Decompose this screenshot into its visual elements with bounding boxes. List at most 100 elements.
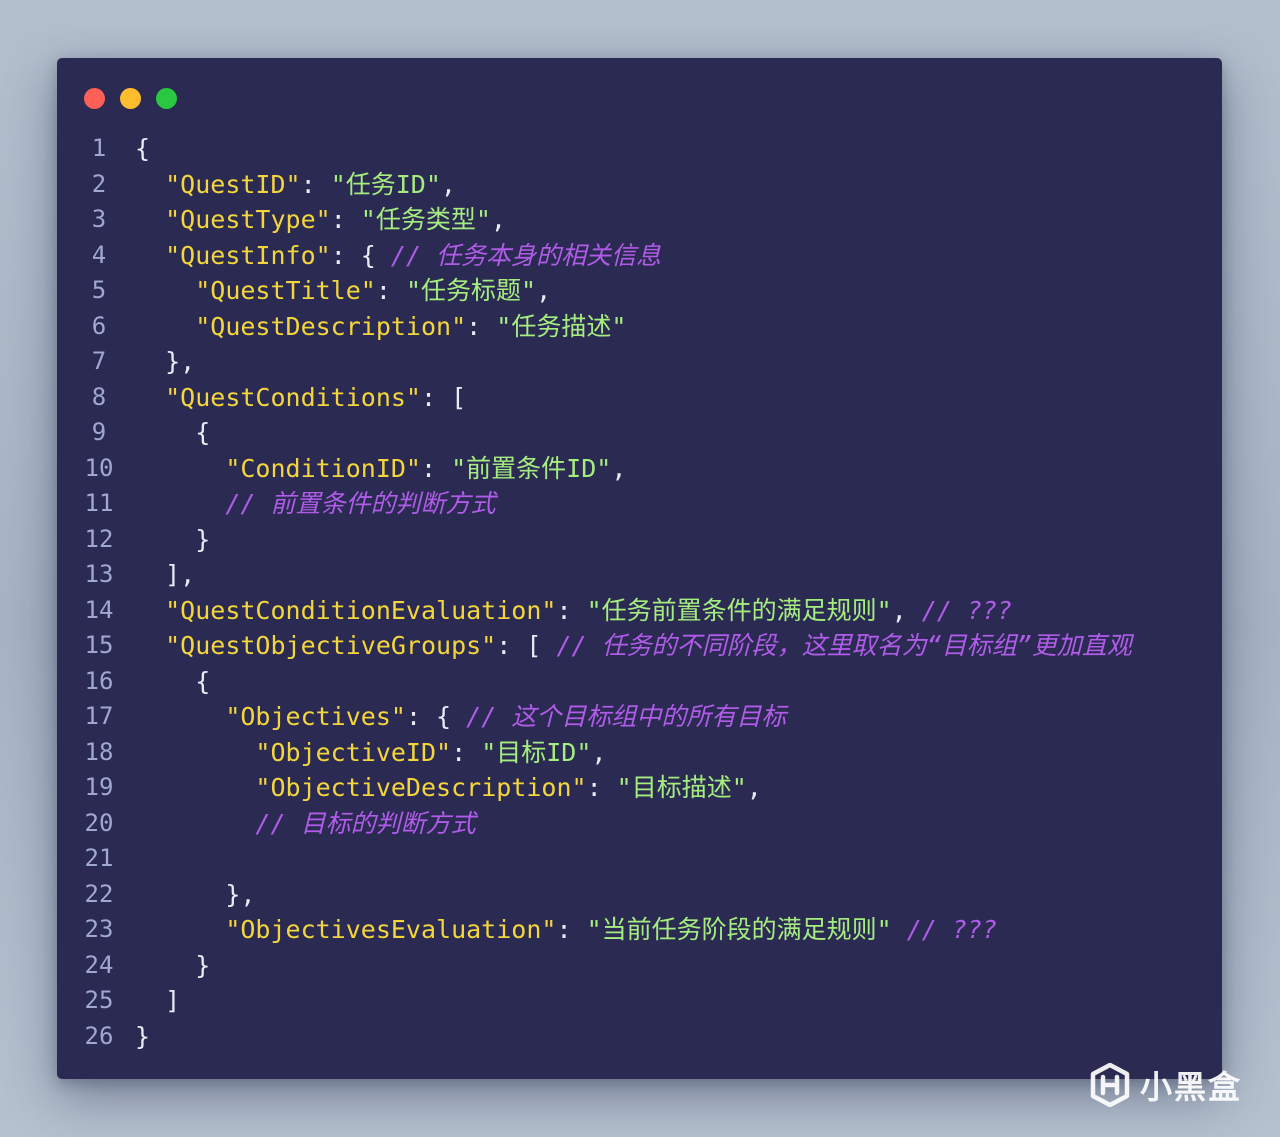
punctuation: : — [556, 595, 587, 625]
json-string: "任务前置条件的满足规则" — [586, 595, 892, 625]
line-content: "QuestObjectiveGroups": [ // 任务的不同阶段，这里取… — [135, 628, 1132, 664]
punctuation: : — [586, 773, 617, 802]
code-line: 17 "Objectives": { // 这个目标组中的所有目标 — [57, 699, 1222, 735]
line-content: "ObjectiveID": "目标ID", — [135, 735, 606, 771]
json-string: "目标描述" — [616, 773, 747, 802]
code-line: 13 ], — [57, 557, 1222, 593]
code-line: 12 } — [57, 522, 1222, 558]
punctuation: , — [611, 453, 627, 483]
punctuation: , — [490, 205, 506, 234]
punctuation: , — [746, 773, 762, 802]
punctuation: }, — [225, 879, 256, 909]
code-comment: // ??? — [921, 595, 1013, 625]
line-content: } — [135, 1019, 150, 1055]
maximize-dot-icon[interactable] — [156, 88, 177, 109]
close-dot-icon[interactable] — [84, 88, 105, 109]
punctuation: { — [135, 134, 151, 163]
line-content: "ObjectiveDescription": "目标描述", — [135, 770, 762, 806]
punctuation: : { — [405, 702, 467, 731]
punctuation — [892, 915, 907, 944]
minimize-dot-icon[interactable] — [120, 88, 141, 109]
line-number: 15 — [84, 631, 114, 659]
code-comment: // 前置条件的判断方式 — [225, 489, 496, 518]
line-content: { — [135, 131, 150, 167]
punctuation: : — [300, 169, 331, 199]
line-number: 7 — [91, 347, 107, 375]
punctuation: , — [591, 737, 607, 767]
punctuation: : — [330, 205, 361, 234]
json-string: "任务标题" — [405, 276, 537, 305]
json-key: "QuestDescription" — [195, 311, 467, 341]
line-content: "QuestID": "任务ID", — [135, 167, 456, 203]
line-number: 9 — [91, 418, 107, 446]
json-string: "任务类型" — [360, 205, 491, 234]
json-string: "目标ID" — [481, 737, 592, 767]
json-string: "任务ID" — [330, 169, 441, 199]
watermark: 小黑盒 — [1090, 1063, 1242, 1107]
json-key: "QuestObjectiveGroups" — [165, 631, 497, 660]
line-number: 17 — [84, 702, 114, 730]
code-line: 5 "QuestTitle": "任务标题", — [57, 273, 1222, 309]
punctuation: { — [195, 666, 211, 696]
line-number: 25 — [84, 986, 114, 1014]
line-number: 11 — [84, 489, 114, 517]
code-line: 16 { — [57, 664, 1222, 700]
line-number: 3 — [91, 205, 107, 233]
json-key: "QuestType" — [165, 205, 331, 234]
line-content: "QuestConditions": [ — [135, 380, 466, 416]
window-controls — [84, 88, 177, 109]
punctuation: ], — [165, 560, 196, 589]
code-line: 7 }, — [57, 344, 1222, 380]
json-key: "ObjectivesEvaluation" — [225, 915, 557, 944]
line-content: // 目标的判断方式 — [135, 806, 476, 842]
line-number: 4 — [91, 240, 107, 269]
punctuation: : [ — [496, 631, 557, 660]
line-content: { — [135, 664, 210, 700]
punctuation: } — [135, 1021, 151, 1051]
punctuation: : — [451, 737, 482, 767]
line-content: } — [135, 522, 210, 558]
line-content: } — [135, 948, 210, 984]
json-string: "当前任务阶段的满足规则" — [586, 915, 892, 944]
code-block: 1{2 "QuestID": "任务ID", 3 "QuestType": "任务… — [57, 131, 1222, 1054]
code-line: 19 "ObjectiveDescription": "目标描述", — [57, 770, 1222, 806]
code-comment: // 任务的不同阶段，这里取名为“目标组”更加直观 — [556, 631, 1132, 660]
punctuation: ] — [165, 986, 181, 1015]
code-window: 1{2 "QuestID": "任务ID", 3 "QuestType": "任务… — [57, 58, 1222, 1079]
json-key: "ConditionID" — [225, 453, 421, 483]
line-content: ], — [135, 557, 195, 593]
code-comment: // ??? — [906, 915, 998, 944]
code-line: 18 "ObjectiveID": "目标ID", — [57, 735, 1222, 771]
line-content: "QuestTitle": "任务标题", — [135, 273, 551, 309]
code-line: 22 }, — [57, 877, 1222, 913]
punctuation: : — [420, 453, 452, 483]
code-line: 26} — [57, 1019, 1222, 1055]
line-content: "QuestInfo": { // 任务本身的相关信息 — [135, 238, 661, 274]
json-string: "任务描述" — [496, 311, 627, 341]
line-content: "QuestType": "任务类型", — [135, 202, 506, 238]
line-number: 22 — [84, 879, 114, 908]
xiaoheihe-logo-icon — [1090, 1063, 1130, 1107]
line-number: 23 — [84, 915, 114, 943]
line-number: 13 — [84, 560, 114, 588]
line-number: 8 — [91, 382, 107, 411]
code-line: 11 // 前置条件的判断方式 — [57, 486, 1222, 522]
code-line: 1{ — [57, 131, 1222, 167]
line-number: 16 — [84, 666, 114, 695]
line-content: "ConditionID": "前置条件ID", — [135, 451, 626, 487]
punctuation: } — [195, 950, 211, 980]
punctuation: { — [195, 418, 211, 447]
code-line: 8 "QuestConditions": [ — [57, 380, 1222, 416]
line-number: 5 — [91, 276, 107, 304]
line-content: ] — [135, 983, 180, 1019]
line-content: "QuestDescription": "任务描述" — [135, 309, 626, 345]
code-line: 3 "QuestType": "任务类型", — [57, 202, 1222, 238]
code-comment: // 目标的判断方式 — [255, 808, 476, 838]
json-key: "QuestID" — [165, 169, 301, 199]
json-key: "QuestInfo" — [165, 240, 331, 270]
line-number: 26 — [84, 1021, 114, 1050]
json-key: "QuestConditionEvaluation" — [165, 595, 557, 625]
line-number: 2 — [91, 169, 107, 198]
code-line: 4 "QuestInfo": { // 任务本身的相关信息 — [57, 238, 1222, 274]
code-line: 6 "QuestDescription": "任务描述" — [57, 309, 1222, 345]
